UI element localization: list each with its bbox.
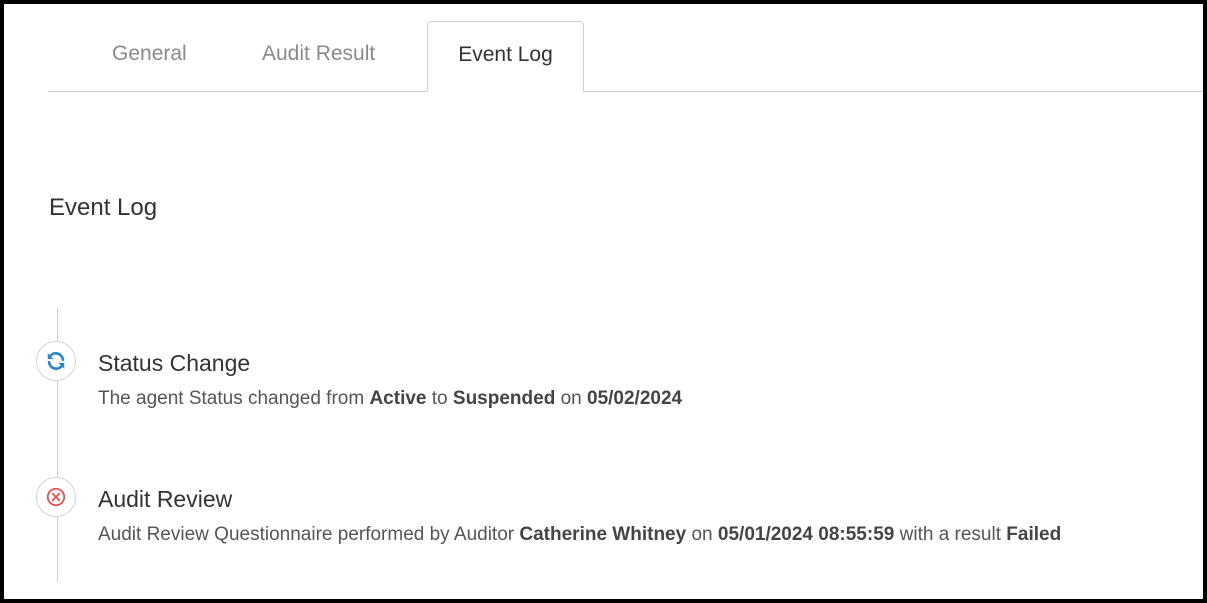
- event-log-panel: General Audit Result Event Log Event Log…: [0, 0, 1207, 603]
- event-description: The agent Status changed from Active to …: [98, 388, 683, 409]
- event-title: Status Change: [98, 350, 251, 376]
- event-title: Audit Review: [98, 486, 233, 512]
- tab-audit-result[interactable]: Audit Result: [262, 21, 402, 87]
- tab-general[interactable]: General: [112, 21, 202, 87]
- tab-bar: General Audit Result Event Log: [48, 21, 1203, 92]
- refresh-icon: [36, 341, 76, 381]
- tab-event-log[interactable]: Event Log: [427, 21, 584, 92]
- section-title: Event Log: [49, 194, 158, 221]
- event-description: Audit Review Questionnaire performed by …: [98, 524, 1062, 545]
- x-circle-icon: [36, 477, 76, 517]
